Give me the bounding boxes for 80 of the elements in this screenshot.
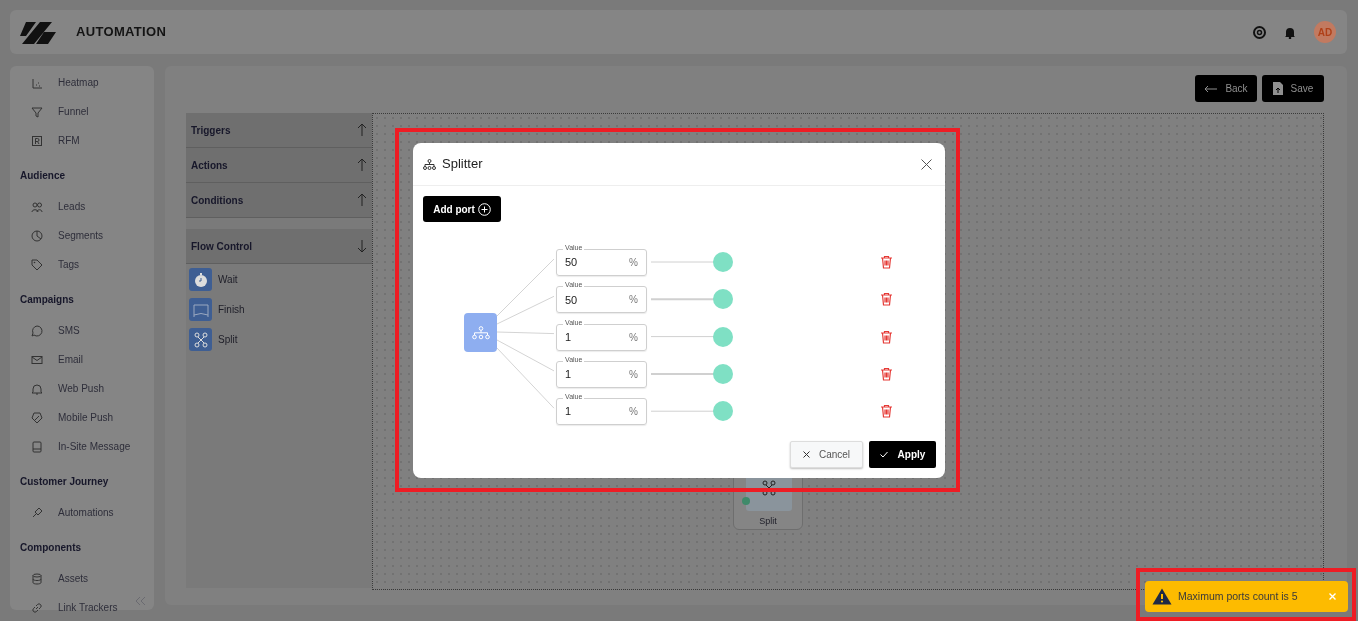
palette-item[interactable]: Wait	[218, 272, 238, 287]
menu-item-icon	[31, 601, 43, 614]
menu-item-icon	[31, 258, 43, 271]
sidebar-item[interactable]: Automations	[58, 505, 114, 520]
menu-item-icon	[31, 382, 43, 395]
sidebar-item[interactable]: Web Push	[58, 381, 104, 396]
trash-icon	[880, 329, 893, 344]
arrow-up-icon	[357, 158, 367, 172]
palette-item[interactable]: Finish	[218, 302, 245, 317]
split-icon	[759, 478, 779, 498]
menu-item-icon	[31, 134, 43, 147]
connector-line	[496, 331, 555, 335]
bell-icon	[1284, 25, 1296, 39]
close-icon	[802, 451, 810, 458]
arrow-left-icon	[1204, 84, 1218, 93]
back-button[interactable]: Back	[1195, 75, 1257, 102]
sidebar-item[interactable]: Email	[58, 352, 83, 367]
arrow-up-icon	[357, 123, 367, 137]
sidebar-heading: Campaigns	[20, 292, 75, 307]
menu-item-icon	[31, 76, 43, 89]
palette-group-header[interactable]: Triggers	[186, 113, 372, 148]
palette-item-icon	[189, 298, 212, 321]
menu-item-icon	[31, 105, 43, 118]
close-icon	[1329, 593, 1336, 600]
warning-icon	[1152, 588, 1172, 605]
palette-item-icon	[189, 268, 212, 291]
sidebar-heading: Components	[20, 540, 83, 555]
menu-item-icon	[31, 324, 43, 337]
palette-group-header[interactable]: Flow Control	[186, 229, 372, 264]
sidebar-item[interactable]: Mobile Push	[58, 410, 114, 425]
trash-icon	[880, 366, 893, 381]
sidebar-item[interactable]: SMS	[58, 323, 80, 338]
menu-item-icon	[31, 229, 43, 242]
menu-item-icon	[31, 411, 43, 424]
arrow-up-icon	[357, 193, 367, 207]
sidebar-item[interactable]: Funnel	[58, 104, 89, 119]
sidebar-item[interactable]: Leads	[58, 199, 86, 214]
add-port-button[interactable]: Add port	[423, 196, 501, 222]
check-icon	[879, 451, 888, 458]
dialog-title: Splitter	[442, 155, 483, 174]
sidebar-item[interactable]: Tags	[58, 257, 80, 272]
delete-button[interactable]	[880, 404, 893, 419]
save-button[interactable]: Save	[1262, 75, 1324, 102]
trash-icon	[880, 255, 893, 269]
collapse-icon	[134, 596, 146, 606]
menu-item-icon	[31, 440, 43, 453]
sidebar-item[interactable]: In-Site Message	[58, 439, 131, 454]
palette-group-header[interactable]: Conditions	[186, 183, 372, 218]
delete-button[interactable]	[880, 366, 893, 381]
cancel-button[interactable]: Cancel	[790, 441, 863, 468]
node-label: Split	[759, 514, 777, 528]
sidebar-heading: Audience	[20, 168, 66, 183]
menu-item-icon	[31, 353, 43, 366]
trash-icon	[880, 404, 893, 419]
file-upload-icon	[1272, 82, 1283, 95]
sidebar-item[interactable]: Heatmap	[58, 75, 99, 90]
sidebar-item[interactable]: Link Trackers	[58, 600, 118, 615]
hierarchy-icon	[423, 158, 436, 170]
menu-item-icon	[31, 506, 43, 519]
delete-button[interactable]	[880, 329, 893, 344]
delete-button[interactable]	[880, 292, 893, 307]
hierarchy-icon	[471, 325, 490, 340]
palette-item[interactable]: Split	[218, 332, 238, 347]
menu-item-icon	[31, 200, 43, 213]
app-title: AUTOMATION	[76, 23, 167, 42]
sidebar-item[interactable]: Assets	[58, 571, 88, 586]
palette-group-header[interactable]: Actions	[186, 148, 372, 183]
sidebar-item[interactable]: Segments	[58, 228, 104, 243]
plus-circle-icon	[477, 202, 491, 216]
palette-item-icon	[189, 328, 212, 351]
close-icon	[921, 158, 932, 170]
sidebar-item[interactable]: RFM	[58, 133, 80, 148]
menu-item-icon	[31, 572, 43, 585]
toast-message: Maximum ports count is 5	[1178, 588, 1298, 604]
apply-button[interactable]: Apply	[869, 441, 936, 468]
delete-button[interactable]	[880, 255, 893, 269]
trash-icon	[880, 292, 893, 307]
close-button[interactable]	[921, 158, 932, 170]
arrow-down-icon	[357, 239, 367, 253]
sidebar-heading: Customer Journey	[20, 474, 110, 489]
